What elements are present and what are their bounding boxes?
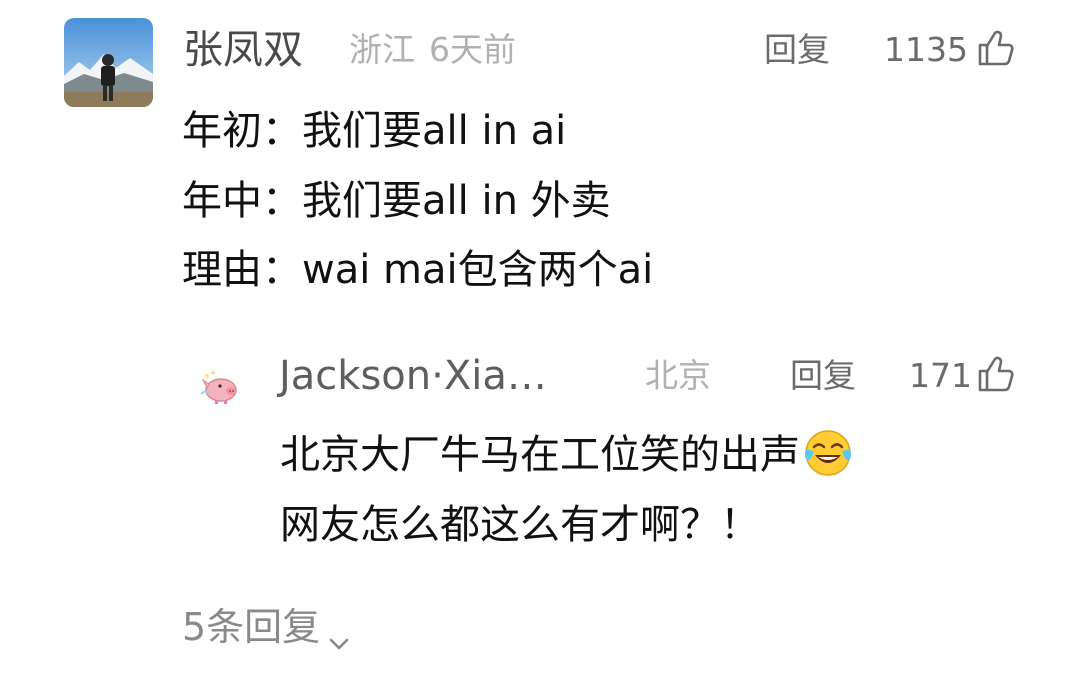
expand-replies-label: 5条回复 bbox=[182, 605, 321, 649]
comment-text-line-3: 理由：wai mai包含两个ai bbox=[182, 247, 654, 293]
reply-avatar[interactable] bbox=[193, 360, 245, 412]
comment-reply-button[interactable]: 回复 bbox=[764, 30, 830, 70]
thumbs-up-icon[interactable] bbox=[976, 28, 1016, 68]
avatar[interactable] bbox=[64, 18, 153, 107]
reply-like-count[interactable]: 171 bbox=[909, 356, 972, 396]
reply-text-line-1-text: 北京大厂牛马在工位笑的出声 bbox=[280, 432, 800, 478]
comment-author[interactable]: 张凤双 bbox=[183, 26, 303, 74]
tears-of-joy-emoji bbox=[802, 427, 854, 479]
comment-location: 浙江 bbox=[349, 30, 415, 69]
chevron-down-icon bbox=[326, 618, 352, 649]
comment-like-count[interactable]: 1135 bbox=[884, 30, 968, 70]
comment-meta: 浙江 6天前 bbox=[349, 30, 516, 70]
thumbs-up-icon[interactable] bbox=[976, 354, 1016, 394]
reply-text-line-2: 网友怎么都这么有才啊？！ bbox=[280, 502, 760, 548]
reply-author[interactable]: Jackson·Xia… bbox=[279, 352, 547, 400]
reply-text-line-1: 北京大厂牛马在工位笑的出声 bbox=[280, 430, 854, 483]
comment-text-line-2: 年中：我们要all in 外卖 bbox=[182, 178, 611, 224]
comment-text-line-1: 年初：我们要all in ai bbox=[182, 108, 567, 154]
comment-time: 6天前 bbox=[429, 30, 516, 69]
reply-location: 北京 bbox=[645, 356, 711, 395]
reply-reply-button[interactable]: 回复 bbox=[790, 356, 856, 396]
avatar-photo bbox=[64, 18, 153, 107]
expand-replies-button[interactable]: 5条回复 bbox=[182, 604, 352, 650]
